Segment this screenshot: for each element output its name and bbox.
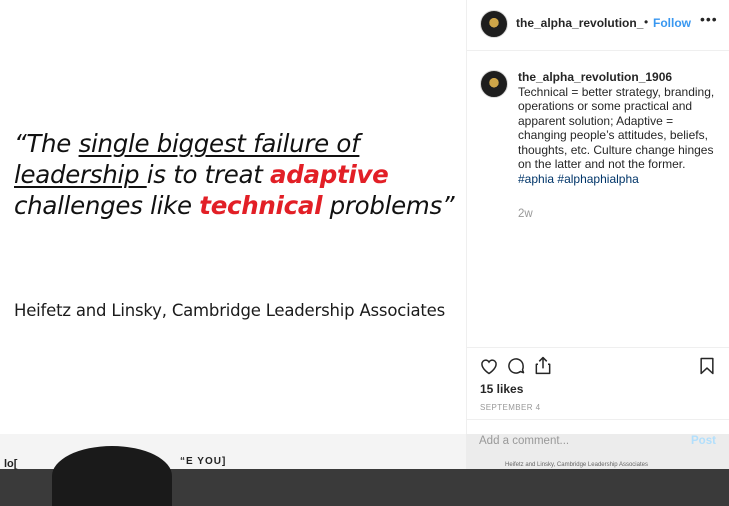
avatar[interactable]	[480, 70, 508, 98]
background-post-text: “E YOU]	[180, 456, 227, 467]
follow-button[interactable]: Follow	[653, 16, 691, 30]
likes-count[interactable]: 15 likes	[480, 382, 523, 396]
share-icon[interactable]	[533, 355, 553, 381]
hashtag-link[interactable]: #aphia	[518, 172, 554, 186]
post-author-username[interactable]: the_alpha_revolution_1906	[516, 16, 644, 30]
divider	[467, 347, 729, 348]
separator-dot: •	[644, 15, 649, 29]
divider	[467, 50, 729, 51]
divider	[467, 419, 729, 420]
quote-segment: adaptive	[270, 160, 389, 189]
quote-segment: is to treat	[146, 160, 271, 189]
background-post-text: lo[	[4, 458, 18, 470]
caption-text: Technical = better strategy, branding, o…	[518, 85, 723, 187]
quote-segment: problems”	[322, 191, 455, 220]
caption-body: Technical = better strategy, branding, o…	[518, 84, 715, 172]
avatar[interactable]	[480, 10, 508, 38]
post-comment-button[interactable]: Post	[691, 435, 716, 447]
caption-username[interactable]: the_alpha_revolution_1906	[518, 70, 723, 85]
post-image[interactable]: “The single biggest failure of leadershi…	[0, 0, 466, 434]
background-post-caption: Heifetz and Linsky, Cambridge Leadership…	[505, 462, 648, 468]
heart-icon[interactable]	[479, 356, 499, 381]
quote-segment: challenges like	[14, 191, 200, 220]
quote-attribution: Heifetz and Linsky, Cambridge Leadership…	[14, 301, 445, 320]
post-age: 2w	[518, 208, 533, 220]
post-caption: the_alpha_revolution_1906 Technical = be…	[518, 70, 723, 186]
comment-input[interactable]: Add a comment...	[479, 435, 569, 447]
hashtag-link[interactable]: #alphaphialpha	[557, 172, 638, 186]
post-date: SEPTEMBER 4	[480, 403, 541, 412]
quote-segment: technical	[199, 191, 323, 220]
quote-text: “The single biggest failure of leadershi…	[14, 128, 464, 221]
post-side-panel: the_alpha_revolution_1906 • Follow ••• t…	[466, 0, 729, 447]
bookmark-icon[interactable]	[697, 356, 717, 381]
quote-segment: “The	[14, 129, 79, 158]
more-horizontal-icon[interactable]: •••	[700, 11, 718, 27]
comment-icon[interactable]	[506, 356, 526, 381]
background-post-graphic	[52, 446, 172, 506]
